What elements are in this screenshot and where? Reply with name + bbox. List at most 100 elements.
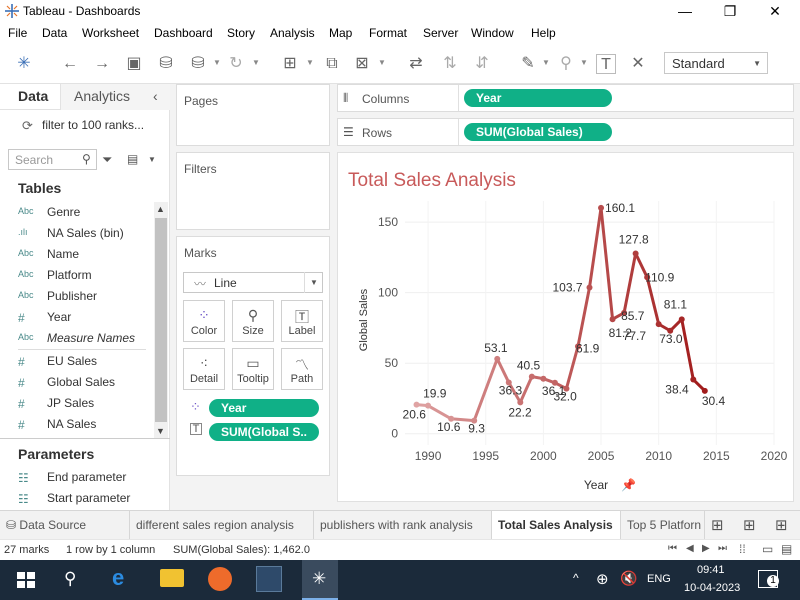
chevron-down-icon[interactable]: ▼ [306, 58, 314, 67]
swap-rows-columns-icon[interactable]: ⇄ [406, 54, 426, 74]
menu-window[interactable]: Window [471, 26, 514, 40]
menu-help[interactable]: Help [531, 26, 556, 40]
clock-date[interactable]: 10-04-2023 [684, 582, 740, 594]
tab-total-sales[interactable]: Total Sales Analysis [492, 511, 621, 539]
close-button[interactable]: ✕ [752, 2, 798, 20]
search-icon[interactable]: ⚲ [64, 569, 76, 589]
size-button[interactable]: ⚲ Size [232, 300, 274, 342]
pause-updates-icon[interactable]: ⛁ [188, 54, 208, 74]
fit-select[interactable]: Standard ▼ [664, 52, 768, 74]
network-globe-icon[interactable]: ⊕ [596, 570, 609, 588]
volume-mute-icon[interactable]: 🔇 [620, 570, 637, 587]
refresh-icon[interactable]: ↻ [226, 54, 246, 74]
columns-shelf[interactable]: ⦀ Columns Year [337, 84, 794, 112]
pin-icon[interactable]: 📌 [621, 477, 636, 492]
collapse-pane-icon[interactable]: ‹ [153, 88, 158, 104]
undo-icon[interactable]: ← [60, 54, 80, 74]
menu-file[interactable]: File [8, 26, 27, 40]
search-input[interactable]: Search ⚲ [8, 149, 97, 170]
tab-publishers[interactable]: publishers with rank analysis [314, 511, 492, 539]
sheet-sorter-icon[interactable]: ▤ [781, 542, 792, 556]
last-sheet-icon[interactable]: ⏭ [718, 543, 727, 554]
datasource-name[interactable]: filter to 100 ranks... [42, 118, 144, 132]
tooltip-button[interactable]: ▭ Tooltip [232, 348, 274, 390]
menu-format[interactable]: Format [369, 26, 407, 40]
tab-data[interactable]: Data [18, 88, 48, 104]
menu-data[interactable]: Data [42, 26, 67, 40]
datasource-icon: ⛁ [6, 518, 17, 532]
next-sheet-icon[interactable]: ▶ [702, 543, 710, 554]
label-button[interactable]: 🅃 Label [281, 300, 323, 342]
new-story-icon[interactable]: ⊞ [775, 516, 788, 534]
tab-analytics[interactable]: Analytics [74, 88, 130, 104]
new-worksheet-icon[interactable]: ⊞ [711, 516, 724, 534]
line-chart[interactable]: Total Sales Analysis Global Sales Year 📌… [338, 153, 795, 503]
rows-shelf[interactable]: ☰ Rows SUM(Global Sales) [337, 118, 794, 146]
color-button[interactable]: ⁘ Color [183, 300, 225, 342]
mark-type-select[interactable]: 〰 Line ▼ [183, 272, 323, 293]
menu-dashboard[interactable]: Dashboard [154, 26, 213, 40]
path-button[interactable]: 〽 Path [281, 348, 323, 390]
chevron-down-icon[interactable]: ▼ [378, 58, 386, 67]
menu-map[interactable]: Map [329, 26, 352, 40]
filters-card[interactable]: Filters [176, 152, 330, 230]
prev-sheet-icon[interactable]: ◀ [686, 543, 694, 554]
path-label: Path [290, 373, 314, 385]
edge-browser-icon[interactable]: e [112, 565, 124, 591]
sort-ascending-icon[interactable]: ⇅ [440, 54, 460, 74]
redo-icon[interactable]: → [92, 54, 112, 74]
maximize-button[interactable]: ❐ [707, 2, 753, 20]
marks-pill-global-sales[interactable]: SUM(Global S.. [209, 423, 319, 441]
language-indicator[interactable]: ENG [647, 573, 671, 585]
rows-pill-global-sales[interactable]: SUM(Global Sales) [464, 123, 612, 141]
chevron-down-icon[interactable]: ▼ [542, 58, 550, 67]
file-explorer-icon[interactable] [160, 569, 184, 587]
marks-pill-year[interactable]: Year [209, 399, 319, 417]
clear-sheet-icon[interactable]: ⊠ [352, 54, 372, 74]
data-point [678, 316, 685, 323]
notifications-icon[interactable]: 1 [758, 570, 779, 588]
tableau-taskbar-icon[interactable]: ✳ [302, 560, 338, 600]
chevron-down-icon[interactable]: ▼ [580, 58, 588, 67]
save-icon[interactable]: ▣ [124, 54, 144, 74]
new-dashboard-icon[interactable]: ⊞ [743, 516, 756, 534]
tab-sales-region[interactable]: different sales region analysis [130, 511, 314, 539]
columns-pill-year[interactable]: Year [464, 89, 612, 107]
new-datasource-icon[interactable]: ⛁ [156, 54, 176, 74]
minimize-button[interactable]: — [662, 2, 708, 20]
sort-descending-icon[interactable]: ⇵ [472, 54, 492, 74]
detail-button[interactable]: ⁖ Detail [183, 348, 225, 390]
clock-time[interactable]: 09:41 [697, 564, 725, 576]
show-mark-labels-icon[interactable]: T [596, 54, 616, 74]
first-sheet-icon[interactable]: ⏮ [668, 543, 677, 554]
chevron-down-icon[interactable]: ▼ [213, 58, 221, 67]
chevron-down-icon[interactable]: ▼ [148, 155, 156, 164]
menu-server[interactable]: Server [423, 26, 458, 40]
new-worksheet-icon[interactable]: ⊞ [280, 54, 300, 74]
tab-data-source[interactable]: ⛁ Data Source [0, 511, 130, 539]
scroll-up-icon[interactable]: ▲ [156, 204, 165, 214]
chevron-up-icon[interactable]: ^ [573, 571, 579, 585]
tab-top5-platform[interactable]: Top 5 Platforn [621, 511, 705, 539]
scroll-down-icon[interactable]: ▼ [156, 426, 165, 436]
fix-axes-icon[interactable]: ✕ [628, 54, 648, 74]
menu-worksheet[interactable]: Worksheet [82, 26, 139, 40]
firefox-icon[interactable] [208, 567, 232, 591]
group-members-icon[interactable]: ⚲ [556, 54, 576, 74]
menu-story[interactable]: Story [227, 26, 255, 40]
fields-scrollbar-thumb[interactable] [155, 218, 167, 422]
menu-analysis[interactable]: Analysis [270, 26, 315, 40]
color-icon: ⁘ [198, 307, 210, 323]
tableau-home-icon[interactable]: ✳ [14, 54, 34, 74]
view-list-icon[interactable]: ▤ [127, 152, 138, 166]
pages-card[interactable]: Pages [176, 84, 330, 146]
filter-icon[interactable]: ⏷ [102, 152, 112, 168]
highlight-icon[interactable]: ✎ [518, 54, 538, 74]
filmstrip-view-icon[interactable]: ⁞⁞ [739, 542, 746, 556]
tab-view-icon[interactable]: ▭ [762, 542, 773, 556]
mysql-workbench-icon[interactable] [256, 566, 282, 592]
chevron-down-icon[interactable]: ▼ [252, 58, 260, 67]
x-tick-label: 1990 [415, 449, 442, 463]
windows-start-icon[interactable] [12, 566, 40, 594]
duplicate-sheet-icon[interactable]: ⧉ [322, 54, 342, 74]
